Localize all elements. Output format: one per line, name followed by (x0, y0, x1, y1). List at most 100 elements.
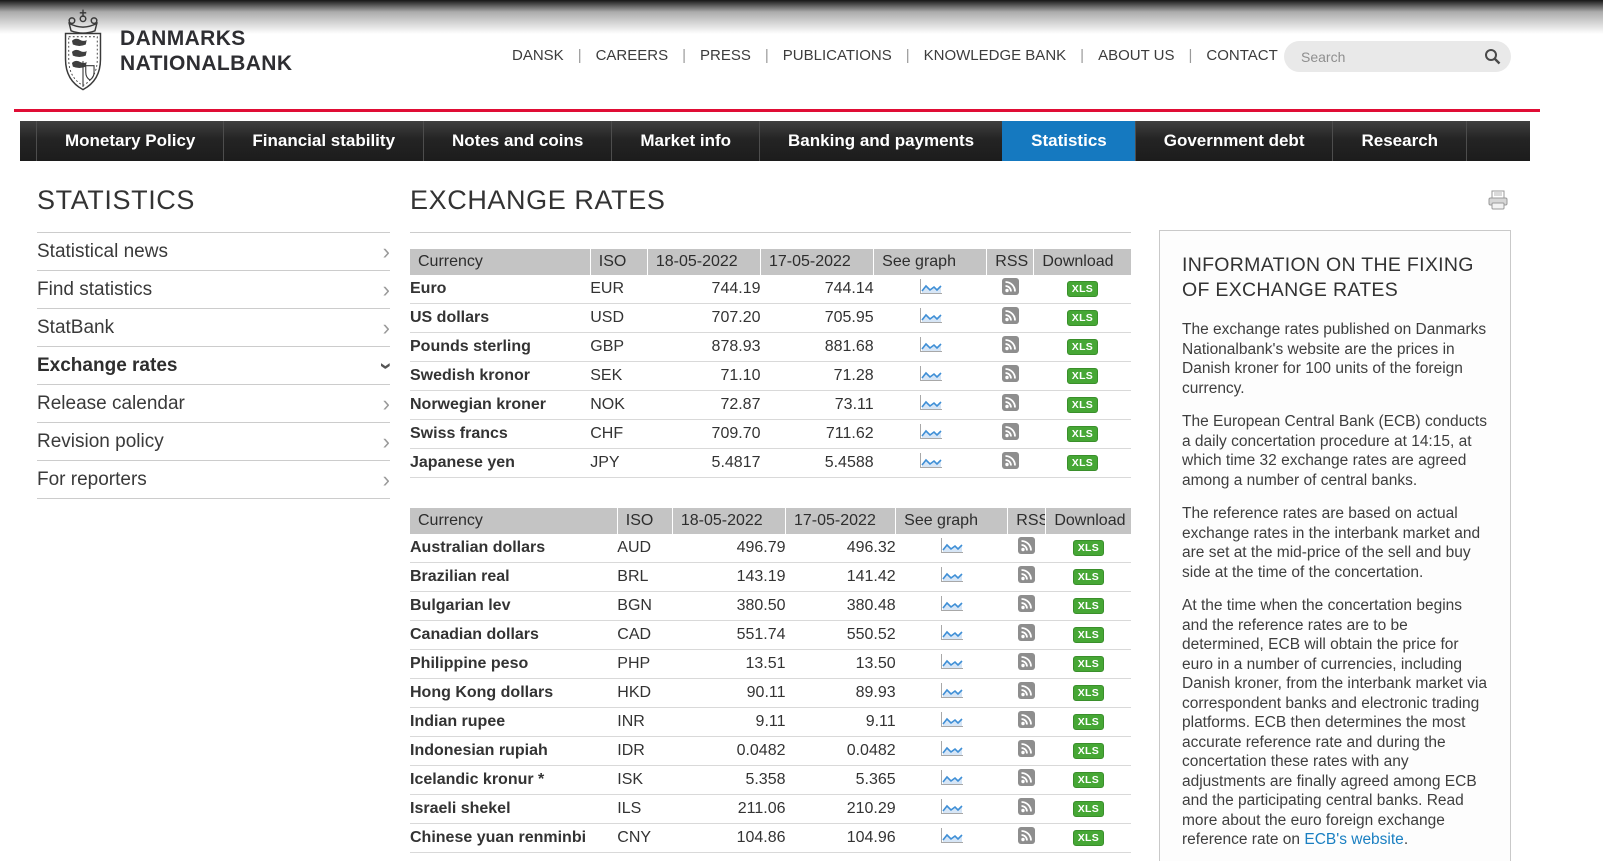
rss-icon[interactable] (1018, 566, 1035, 588)
rss-icon[interactable] (1018, 595, 1035, 617)
see-graph-icon[interactable] (917, 364, 944, 388)
rss-icon[interactable] (1018, 711, 1035, 733)
see-graph-icon[interactable] (938, 739, 965, 763)
rss-icon[interactable] (1002, 336, 1019, 358)
sidebar-item-label: Release calendar (37, 385, 185, 422)
rss-icon[interactable] (1018, 769, 1035, 791)
rate-previous: 0.0482 (786, 737, 896, 766)
sidebar-item-exchange-rates[interactable]: Exchange rates› (37, 347, 390, 385)
see-graph-icon[interactable] (938, 681, 965, 705)
xls-download-button[interactable]: XLS (1073, 656, 1104, 673)
see-graph-icon[interactable] (938, 826, 965, 850)
rate-previous: 744.14 (760, 275, 873, 304)
nav-item-notes-and-coins[interactable]: Notes and coins (423, 121, 611, 161)
see-graph-icon[interactable] (917, 422, 944, 446)
sidebar-item-release-calendar[interactable]: Release calendar› (37, 385, 390, 423)
xls-download-button[interactable]: XLS (1073, 714, 1104, 731)
see-graph-icon[interactable] (938, 623, 965, 647)
ecb-website-link[interactable]: ECB's website (1304, 831, 1403, 848)
logo[interactable]: DANMARKS NATIONALBANK (60, 8, 292, 94)
rate-latest: 380.50 (672, 592, 785, 621)
rss-icon[interactable] (1018, 827, 1035, 849)
see-graph-icon[interactable] (938, 652, 965, 676)
xls-download-button[interactable]: XLS (1067, 455, 1098, 472)
nav-item-statistics[interactable]: Statistics (1002, 121, 1135, 161)
see-graph-icon[interactable] (917, 451, 944, 475)
see-graph-icon[interactable] (917, 306, 944, 330)
xls-download-button[interactable]: XLS (1073, 830, 1104, 847)
utility-separator: | (765, 47, 769, 64)
xls-download-button[interactable]: XLS (1073, 598, 1104, 615)
xls-download-button[interactable]: XLS (1067, 397, 1098, 414)
rss-icon[interactable] (1018, 682, 1035, 704)
currency-iso: JPY (590, 449, 647, 478)
nav-item-research[interactable]: Research (1332, 121, 1466, 161)
utility-link-knowledge-bank[interactable]: KNOWLEDGE BANK (924, 45, 1067, 66)
sidebar: STATISTICS Statistical news›Find statist… (37, 185, 390, 499)
rss-icon[interactable] (1018, 653, 1035, 675)
utility-link-dansk[interactable]: DANSK (512, 45, 564, 66)
table-row: Israeli shekel ILS 211.06 210.29 (410, 795, 1131, 824)
search-input[interactable] (1299, 48, 1484, 66)
rss-icon[interactable] (1002, 365, 1019, 387)
xls-download-button[interactable]: XLS (1067, 310, 1098, 327)
rss-icon[interactable] (1002, 423, 1019, 445)
utility-link-about-us[interactable]: ABOUT US (1098, 45, 1174, 66)
rss-icon[interactable] (1002, 452, 1019, 474)
info-paragraph: The reference rates are based on actual … (1182, 504, 1488, 582)
rss-icon[interactable] (1002, 307, 1019, 329)
xls-download-button[interactable]: XLS (1073, 540, 1104, 557)
col-iso: ISO (617, 508, 672, 534)
rss-icon[interactable] (1018, 537, 1035, 559)
see-graph-icon[interactable] (938, 594, 965, 618)
sidebar-item-for-reporters[interactable]: For reporters› (37, 461, 390, 499)
see-graph-icon[interactable] (917, 277, 944, 301)
xls-download-button[interactable]: XLS (1067, 339, 1098, 356)
xls-download-button[interactable]: XLS (1073, 801, 1104, 818)
see-graph-icon[interactable] (938, 536, 965, 560)
rss-icon[interactable] (1018, 740, 1035, 762)
table-row: Australian dollars AUD 496.79 496.32 (410, 534, 1131, 563)
sidebar-item-find-statistics[interactable]: Find statistics› (37, 271, 390, 309)
xls-download-button[interactable]: XLS (1073, 685, 1104, 702)
col-download: Download (1046, 508, 1131, 534)
see-graph-icon[interactable] (938, 565, 965, 589)
xls-download-button[interactable]: XLS (1067, 426, 1098, 443)
nav-item-banking-and-payments[interactable]: Banking and payments (759, 121, 1002, 161)
rss-icon[interactable] (1018, 624, 1035, 646)
utility-link-press[interactable]: PRESS (700, 45, 751, 66)
nav-item-government-debt[interactable]: Government debt (1135, 121, 1333, 161)
info-panel-closing: At the time when the concertation begins… (1182, 596, 1488, 850)
rss-icon[interactable] (1002, 394, 1019, 416)
xls-download-button[interactable]: XLS (1067, 281, 1098, 298)
xls-download-button[interactable]: XLS (1073, 569, 1104, 586)
rate-latest: 5.4817 (647, 449, 760, 478)
sidebar-item-revision-policy[interactable]: Revision policy› (37, 423, 390, 461)
see-graph-icon[interactable] (938, 710, 965, 734)
see-graph-icon[interactable] (917, 393, 944, 417)
nav-item-financial-stability[interactable]: Financial stability (223, 121, 423, 161)
sidebar-item-statbank[interactable]: StatBank› (37, 309, 390, 347)
utility-link-contact[interactable]: CONTACT (1206, 45, 1277, 66)
nav-item-market-info[interactable]: Market info (611, 121, 759, 161)
xls-download-button[interactable]: XLS (1073, 627, 1104, 644)
see-graph-icon[interactable] (938, 797, 965, 821)
xls-download-button[interactable]: XLS (1073, 743, 1104, 760)
search-icon[interactable] (1484, 48, 1501, 65)
rate-previous: 496.32 (786, 534, 896, 563)
rss-icon[interactable] (1018, 798, 1035, 820)
xls-download-button[interactable]: XLS (1067, 368, 1098, 385)
see-graph-icon[interactable] (917, 335, 944, 359)
utility-link-careers[interactable]: CAREERS (596, 45, 669, 66)
currency-iso: PHP (617, 650, 672, 679)
print-icon[interactable] (1487, 190, 1509, 216)
rate-latest: 90.11 (672, 679, 785, 708)
nav-item-monetary-policy[interactable]: Monetary Policy (36, 121, 223, 161)
sidebar-item-statistical-news[interactable]: Statistical news› (37, 233, 390, 271)
see-graph-icon[interactable] (938, 768, 965, 792)
utility-link-publications[interactable]: PUBLICATIONS (783, 45, 892, 66)
xls-download-button[interactable]: XLS (1073, 772, 1104, 789)
rss-icon[interactable] (1002, 278, 1019, 300)
rate-previous: 104.96 (786, 824, 896, 853)
col-see-graph: See graph (874, 249, 987, 275)
